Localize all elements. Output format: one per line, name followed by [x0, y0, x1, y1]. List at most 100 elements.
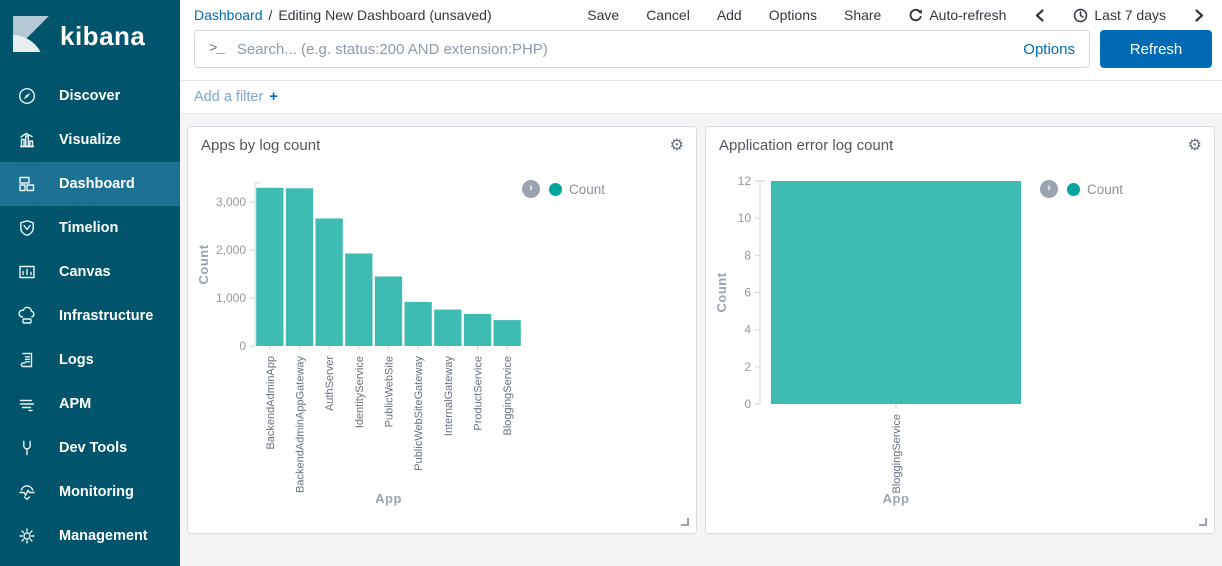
svg-text:2,000: 2,000	[216, 243, 246, 257]
time-back-button[interactable]	[1033, 9, 1046, 22]
time-forward-button[interactable]	[1193, 9, 1206, 22]
compass-icon	[17, 86, 37, 106]
sidebar-item-infrastructure[interactable]: Infrastructure	[0, 294, 180, 338]
svg-text:6: 6	[744, 286, 751, 300]
svg-text:ProductService: ProductService	[473, 356, 485, 431]
legend: › Count	[522, 158, 696, 533]
sidebar-item-label: Management	[59, 528, 148, 544]
legend-dot	[1067, 183, 1080, 196]
legend-dot	[549, 183, 562, 196]
sidebar-item-monitoring[interactable]: Monitoring	[0, 470, 180, 514]
sidebar-item-label: Monitoring	[59, 484, 134, 500]
svg-text:PublicWebSite: PublicWebSite	[384, 356, 396, 427]
resize-handle[interactable]	[681, 518, 689, 526]
resize-handle[interactable]	[1199, 518, 1207, 526]
svg-text:App: App	[375, 491, 402, 506]
sidebar-nav: Discover Visualize Dashboard Timelion Canvas…	[0, 74, 180, 558]
refresh-button[interactable]: Refresh	[1100, 30, 1212, 68]
svg-text:InternalGateway: InternalGateway	[443, 356, 455, 437]
menu-save-button[interactable]: Save	[587, 7, 619, 23]
breadcrumb-separator: /	[269, 7, 273, 23]
add-filter-plus-icon[interactable]: +	[269, 89, 277, 105]
sidebar-item-apm[interactable]: APM	[0, 382, 180, 426]
sidebar-item-dashboard[interactable]: Dashboard	[0, 162, 180, 206]
sidebar-item-label: Infrastructure	[59, 308, 153, 324]
menu-add-button[interactable]: Add	[717, 7, 742, 23]
sidebar-item-label: Dashboard	[59, 176, 135, 192]
infrastructure-icon	[17, 306, 37, 326]
sidebar: kibana Discover Visualize Dashboard Timelio…	[0, 0, 180, 566]
add-filter-link[interactable]: Add a filter	[194, 89, 263, 105]
svg-text:2: 2	[744, 360, 751, 374]
top-bar: Dashboard / Editing New Dashboard (unsav…	[180, 0, 1222, 28]
auto-refresh-button[interactable]: Auto-refresh	[908, 7, 1006, 23]
top-menu: Save Cancel Add Options Share Auto-refresh L…	[587, 7, 1206, 23]
sidebar-item-canvas[interactable]: Canvas	[0, 250, 180, 294]
search-input[interactable]	[237, 41, 1010, 58]
svg-text:BloggingService: BloggingService	[502, 356, 514, 436]
brand-name: kibana	[60, 21, 145, 52]
sidebar-item-label: Visualize	[59, 132, 121, 148]
panel-title: Application error log count	[719, 137, 893, 154]
sidebar-item-label: APM	[59, 396, 91, 412]
bar-chart-apps-by-log-count[interactable]: 01,0002,0003,000CountBackendAdminAppBack…	[188, 158, 522, 514]
apm-icon	[17, 394, 37, 414]
console-prompt-icon: >_	[209, 41, 224, 57]
svg-text:10: 10	[738, 211, 752, 225]
menu-share-button[interactable]: Share	[844, 7, 881, 23]
clock-icon	[1073, 8, 1088, 23]
svg-text:PublicWebSiteGateway: PublicWebSiteGateway	[413, 356, 425, 471]
svg-text:0: 0	[239, 339, 246, 353]
sidebar-item-visualize[interactable]: Visualize	[0, 118, 180, 162]
canvas-icon	[17, 262, 37, 282]
search-row: >_ Options Refresh	[180, 28, 1222, 80]
panel-apps-by-log-count: Apps by log count ⚙ 0 1,000 2,000 3,000 Coun…	[187, 126, 697, 534]
breadcrumb: Dashboard / Editing New Dashboard (unsav…	[194, 7, 492, 23]
svg-text:BackendAdminApp: BackendAdminApp	[265, 356, 277, 450]
sidebar-item-label: Logs	[59, 352, 94, 368]
query-options-link[interactable]: Options	[1023, 41, 1075, 58]
main-area: Dashboard / Editing New Dashboard (unsav…	[180, 0, 1222, 566]
dev-tools-icon	[17, 438, 37, 458]
logs-icon	[17, 350, 37, 370]
filter-bar: Add a filter +	[180, 80, 1222, 114]
legend-expand-icon[interactable]: ›	[1040, 180, 1058, 198]
bar-chart-application-error-log-count[interactable]: 024681012CountBloggingServiceApp	[706, 158, 1040, 514]
panel-body: 01,0002,0003,000CountBackendAdminAppBack…	[188, 158, 696, 533]
svg-text:AuthServer: AuthServer	[324, 356, 336, 411]
svg-text:Count: Count	[714, 272, 729, 312]
breadcrumb-dashboard-link[interactable]: Dashboard	[194, 7, 263, 23]
kibana-logo	[12, 15, 50, 58]
monitoring-icon	[17, 482, 37, 502]
breadcrumb-current: Editing New Dashboard (unsaved)	[278, 7, 491, 23]
panel-title: Apps by log count	[201, 137, 320, 154]
legend-label: Count	[569, 182, 605, 197]
sidebar-item-timelion[interactable]: Timelion	[0, 206, 180, 250]
svg-text:BloggingService: BloggingService	[891, 414, 903, 494]
svg-text:3,000: 3,000	[216, 195, 246, 209]
sidebar-item-dev-tools[interactable]: Dev Tools	[0, 426, 180, 470]
sidebar-item-label: Canvas	[59, 264, 111, 280]
visualize-icon	[17, 130, 37, 150]
time-picker-button[interactable]: Last 7 days	[1073, 7, 1166, 23]
menu-cancel-button[interactable]: Cancel	[646, 7, 690, 23]
svg-text:0: 0	[744, 397, 751, 411]
dashboard-grid: Apps by log count ⚙ 0 1,000 2,000 3,000 Coun…	[180, 114, 1222, 566]
kibana-brand[interactable]: kibana	[0, 0, 180, 70]
management-icon	[17, 526, 37, 546]
panel-application-error-log-count: Application error log count ⚙ 024681012C…	[705, 126, 1215, 534]
panel-header: Application error log count ⚙	[706, 127, 1214, 158]
sidebar-item-discover[interactable]: Discover	[0, 74, 180, 118]
svg-text:1,000: 1,000	[216, 291, 246, 305]
sidebar-item-logs[interactable]: Logs	[0, 338, 180, 382]
legend-item-count[interactable]: Count	[549, 182, 605, 197]
menu-options-button[interactable]: Options	[769, 7, 817, 23]
search-box: >_ Options	[194, 30, 1090, 68]
sidebar-item-management[interactable]: Management	[0, 514, 180, 558]
gear-icon[interactable]: ⚙	[670, 138, 684, 154]
timelion-icon	[17, 218, 37, 238]
gear-icon[interactable]: ⚙	[1188, 138, 1202, 154]
legend-item-count[interactable]: Count	[1067, 182, 1123, 197]
panel-header: Apps by log count ⚙	[188, 127, 696, 158]
legend-expand-icon[interactable]: ›	[522, 180, 540, 198]
